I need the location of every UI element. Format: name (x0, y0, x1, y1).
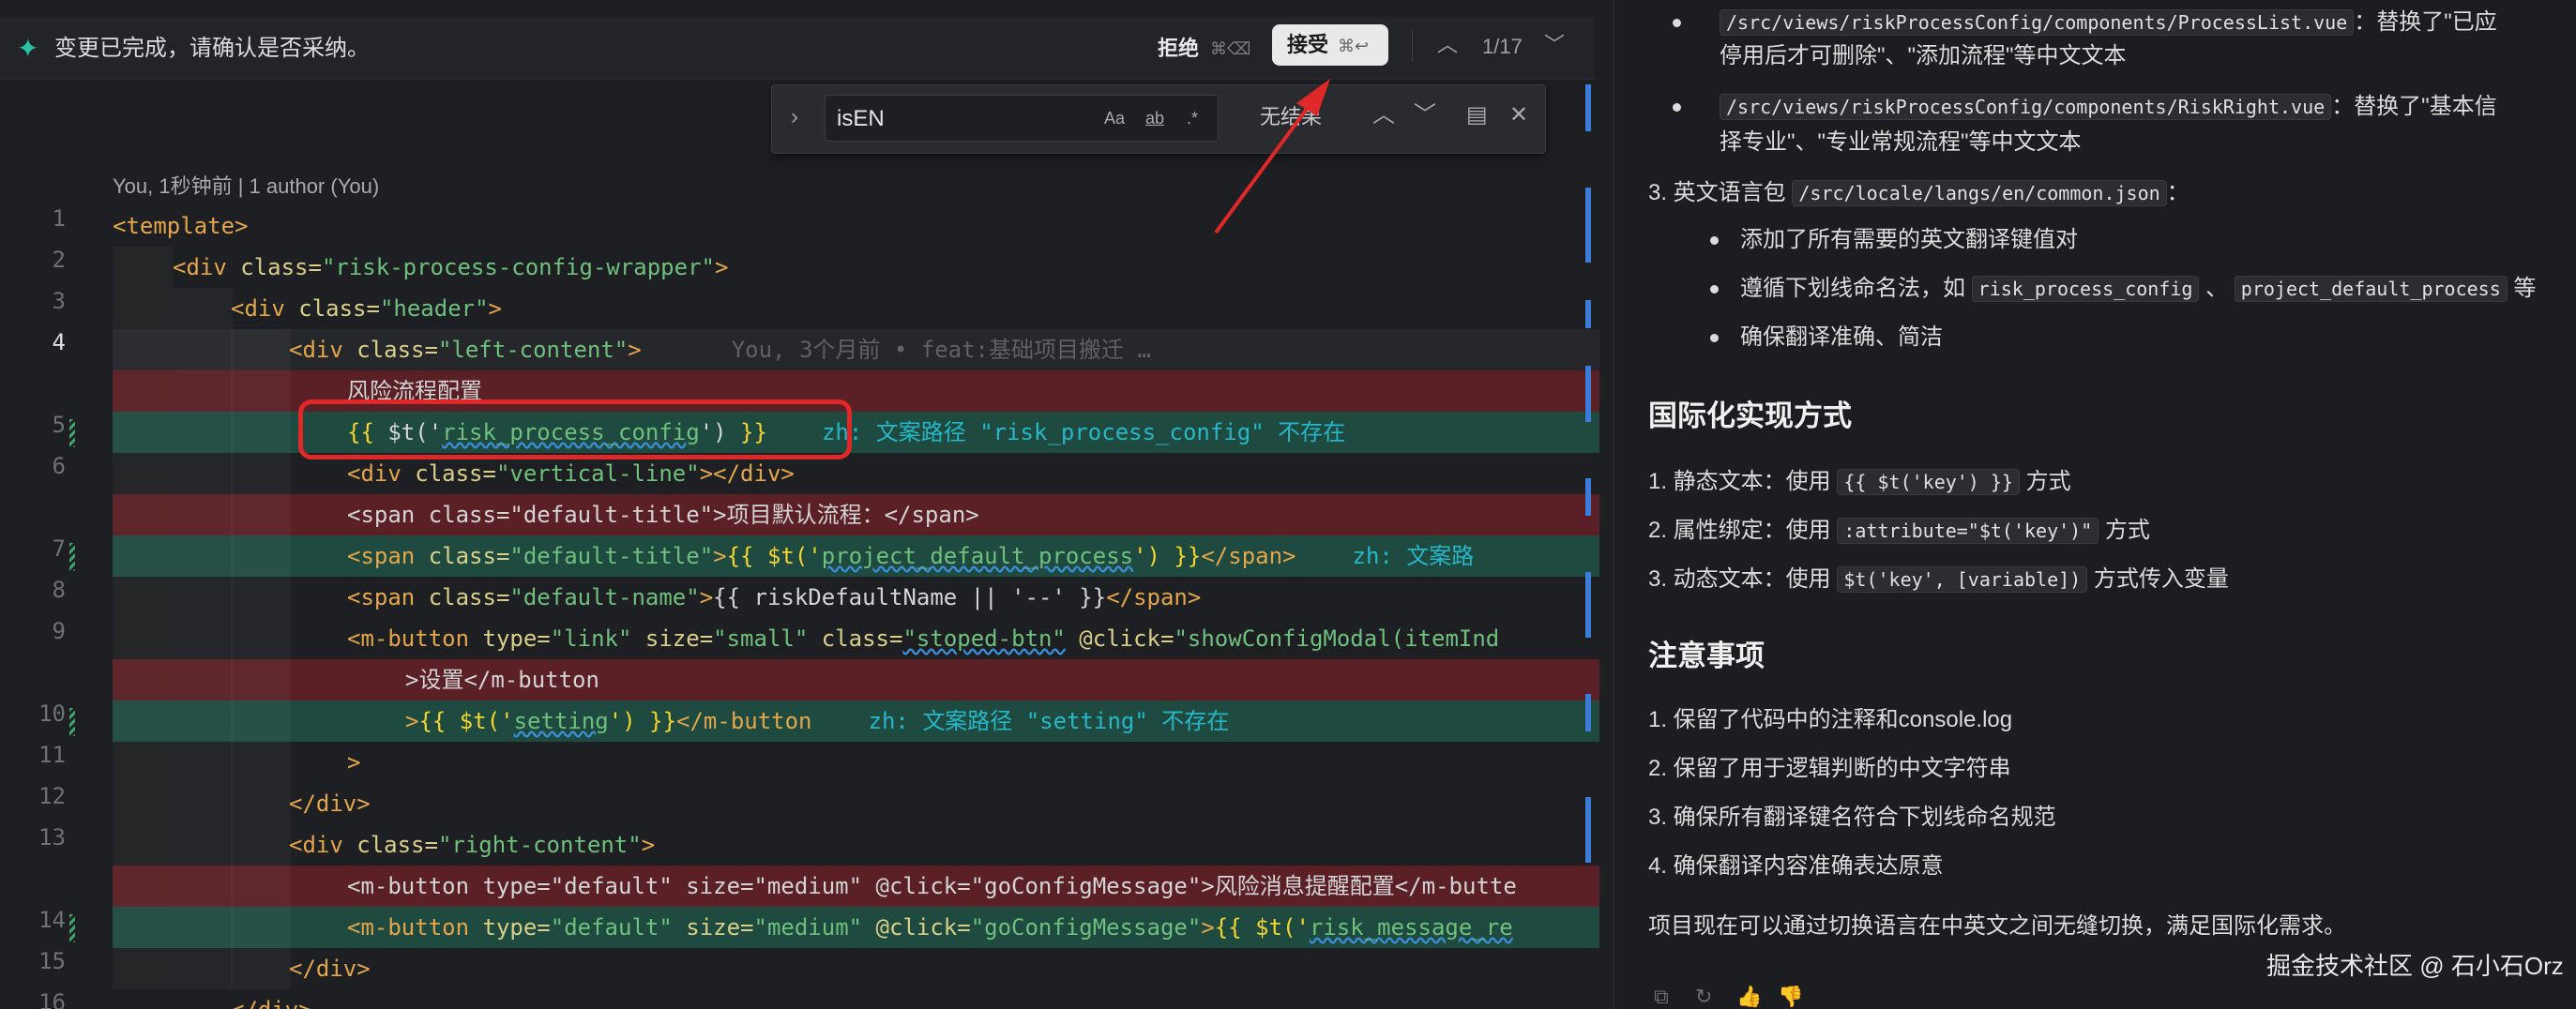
list-item-continuation: 择专业"、"专业常规流程"等中文文本 (1720, 129, 2082, 155)
list-item: 1. 保留了代码中的注释和console.log (1648, 707, 2013, 732)
bullet (1710, 285, 1719, 294)
list-item: 确保翻译准确、简洁 (1740, 324, 1943, 350)
ai-chat-panel: /src/views/riskProcessConfig/components/… (1614, 0, 2576, 1009)
annotation-arrow (1214, 79, 1330, 234)
bullet (1710, 334, 1719, 342)
list-item: 2. 属性绑定：使用 :attribute="$t('key')" 方式 (1648, 518, 2150, 544)
thumbs-up-icon[interactable]: 👍 (1736, 985, 1762, 1009)
list-item: /src/views/riskProcessConfig/components/… (1720, 6, 2497, 39)
list-item-continuation: 停用后才可删除"、"添加流程"等中文文本 (1720, 43, 2127, 68)
bullet (1710, 236, 1719, 245)
ruler-mark (1585, 694, 1591, 731)
watermark: 掘金技术社区 @ 石小石Orz (2266, 952, 2564, 980)
list-item: /src/views/riskProcessConfig/components/… (1720, 90, 2497, 124)
summary-text: 项目现在可以通过切换语言在中英文之间无缝切换，满足国际化需求。 (1648, 913, 2346, 939)
ruler-mark (1585, 300, 1591, 328)
overview-ruler (1585, 84, 1599, 985)
copy-icon[interactable]: ⧉ (1654, 985, 1669, 1009)
list-item: 遵循下划线命名法，如 risk_process_config 、 project… (1740, 276, 2537, 302)
section-heading: 注意事项 (1648, 640, 1765, 672)
list-item: 4. 确保翻译内容准确表达原意 (1648, 853, 1944, 879)
thumbs-down-icon[interactable]: 👎 (1778, 985, 1803, 1009)
ruler-mark (1585, 84, 1591, 131)
list-item: 添加了所有需要的英文翻译键值对 (1740, 227, 2078, 252)
code-editor[interactable]: ✦ 变更已完成，请确认是否采纳。 拒绝 ⌘⌫ 接受 ⌘↩ ︿ 1/17 ﹀ › … (0, 0, 1609, 1009)
list-item: 3. 确保所有翻译键名符合下划线命名规范 (1648, 805, 2056, 830)
list-item: 3. 英文语言包 /src/locale/langs/en/common.jso… (1648, 180, 2190, 206)
ruler-mark (1585, 797, 1591, 863)
section-heading: 国际化实现方式 (1648, 399, 1852, 432)
ruler-mark (1585, 572, 1591, 638)
list-item: 1. 静态文本：使用 {{ $t('key') }} 方式 (1648, 469, 2071, 495)
ruler-mark (1585, 188, 1591, 263)
ruler-mark (1585, 478, 1591, 516)
bullet (1673, 19, 1681, 27)
retry-icon[interactable]: ↻ (1695, 985, 1712, 1009)
ruler-mark (1585, 366, 1591, 422)
bullet (1673, 103, 1681, 112)
list-item: 2. 保留了用于逻辑判断的中文字符串 (1648, 756, 2011, 781)
list-item: 3. 动态文本：使用 $t('key', [variable]) 方式传入变量 (1648, 566, 2229, 593)
